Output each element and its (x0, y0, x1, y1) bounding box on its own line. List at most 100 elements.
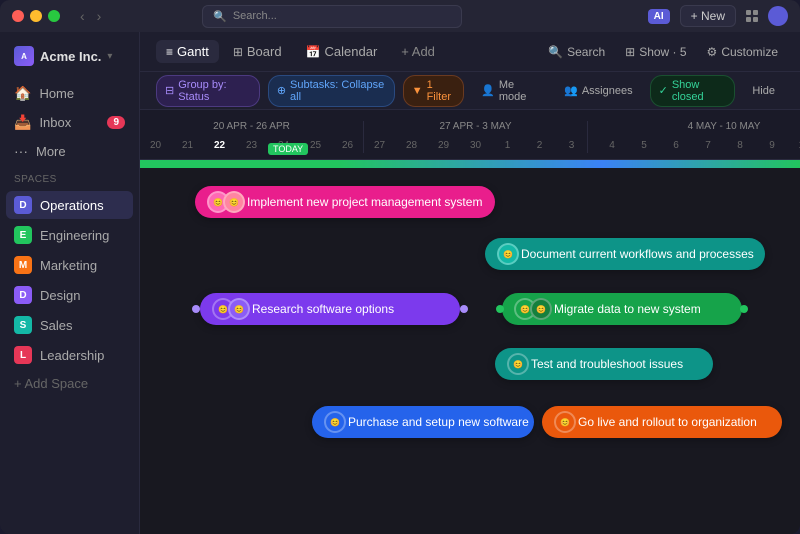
gantt-bar-purchase[interactable]: 😊 Purchase and setup new software (312, 406, 534, 438)
hide-filter[interactable]: Hide (743, 81, 784, 101)
sidebar-item-design[interactable]: D Design (6, 281, 133, 309)
board-icon: ⊞ (233, 45, 243, 59)
day-10: 10 (788, 138, 800, 153)
show-closed-label: Show closed (672, 79, 727, 103)
gantt-bar-golive[interactable]: 😊 Go live and rollout to organization (542, 406, 782, 438)
subtasks-filter[interactable]: ⊕ Subtasks: Collapse all (268, 75, 395, 107)
bar6-label: Purchase and setup new software (348, 415, 529, 429)
more-icon: ··· (14, 143, 28, 159)
gantt-bar-document[interactable]: 😊 Document current workflows and process… (485, 238, 765, 270)
nav-arrows: ‹ › (76, 6, 105, 26)
assignees-label: Assignees (582, 85, 633, 97)
day-4: 4 (596, 138, 628, 153)
home-label: Home (39, 86, 74, 101)
add-view-button[interactable]: + Add (391, 40, 445, 63)
assignees-filter[interactable]: 👥 Assignees (555, 80, 641, 101)
close-button[interactable] (12, 10, 24, 22)
gantt-bar-research[interactable]: 😊 😊 Research software options (200, 293, 460, 325)
user-avatar[interactable] (768, 6, 788, 26)
workspace-logo: A (14, 46, 34, 66)
leadership-dot: L (14, 346, 32, 364)
search-icon: 🔍 (548, 45, 563, 59)
gear-icon: ⚙ (707, 45, 718, 59)
design-dot: D (14, 286, 32, 304)
apps-icon[interactable] (746, 10, 758, 22)
sidebar-item-operations[interactable]: D Operations (6, 191, 133, 219)
bar3-label: Research software options (252, 302, 394, 316)
tab-gantt[interactable]: ≡ Gantt (156, 40, 219, 63)
day-27: 27 (364, 138, 396, 153)
day-30: 30 (460, 138, 492, 153)
inbox-badge: 9 (107, 116, 125, 129)
gantt-header-band (140, 160, 800, 168)
date-range-3: 4 MAY - 10 MAY (688, 121, 761, 132)
workspace-header[interactable]: A Acme Inc. ▾ (6, 40, 133, 72)
avatar-8: 😊 (507, 353, 529, 375)
gantt-body[interactable]: 😊 😊 Implement new project management sys… (140, 168, 800, 534)
bar4-left-handle (496, 305, 504, 313)
me-mode-filter[interactable]: 👤 Me mode (472, 75, 547, 107)
group-by-filter[interactable]: ⊟ Group by: Status (156, 75, 260, 107)
show-label: Show · 5 (639, 45, 686, 59)
sidebar-item-engineering[interactable]: E Engineering (6, 221, 133, 249)
gantt-bar-test[interactable]: 😊 Test and troubleshoot issues (495, 348, 713, 380)
search-button[interactable]: 🔍 Search (542, 42, 611, 62)
tab-calendar[interactable]: 📅 Calendar (296, 40, 388, 63)
ai-badge[interactable]: AI (648, 9, 670, 24)
inbox-label: Inbox (39, 115, 71, 130)
new-button[interactable]: + New (680, 5, 736, 27)
sidebar-item-marketing[interactable]: M Marketing (6, 251, 133, 279)
gantt-bar-implement[interactable]: 😊 😊 Implement new project management sys… (195, 186, 495, 218)
day-28: 28 (396, 138, 428, 153)
sidebar-item-home[interactable]: 🏠 Home (6, 80, 133, 107)
gantt-label: Gantt (177, 44, 209, 59)
filter-label: 1 Filter (427, 79, 456, 103)
bar3-left-handle (192, 305, 200, 313)
show-closed-filter[interactable]: ✓ Show closed (650, 75, 736, 107)
leadership-label: Leadership (40, 348, 104, 363)
filter-chip[interactable]: ▼ 1 Filter (403, 75, 464, 107)
customize-button[interactable]: ⚙ Customize (701, 42, 784, 62)
day-9: 9 (756, 138, 788, 153)
title-bar-right: AI + New (648, 5, 788, 27)
add-space-button[interactable]: + Add Space (6, 371, 133, 396)
bar7-label: Go live and rollout to organization (578, 415, 757, 429)
forward-button[interactable]: › (93, 6, 106, 26)
day-3: 3 (556, 138, 588, 153)
sidebar-item-inbox[interactable]: 📥 Inbox 9 (6, 109, 133, 136)
bar4-avatars: 😊 😊 (514, 298, 546, 320)
main-content: ≡ Gantt ⊞ Board 📅 Calendar + Add 🔍 (140, 32, 800, 534)
bar3-avatars: 😊 😊 (212, 298, 244, 320)
engineering-label: Engineering (40, 228, 109, 243)
spaces-label: Spaces (6, 166, 133, 189)
bar2-label: Document current workflows and processes (521, 247, 754, 261)
back-button[interactable]: ‹ (76, 6, 89, 26)
maximize-button[interactable] (48, 10, 60, 22)
today-marker: TODAY (268, 143, 308, 155)
global-search-bar[interactable]: 🔍 Search... (202, 5, 462, 28)
bar6-avatars: 😊 (324, 411, 340, 433)
sidebar-item-more[interactable]: ··· More (6, 138, 133, 164)
sidebar-item-leadership[interactable]: L Leadership (6, 341, 133, 369)
search-icon: 🔍 (213, 10, 227, 23)
bar4-right-handle (740, 305, 748, 313)
sidebar-item-sales[interactable]: S Sales (6, 311, 133, 339)
add-view-label: + Add (401, 44, 435, 59)
chevron-down-icon: ▾ (107, 51, 112, 62)
minimize-button[interactable] (30, 10, 42, 22)
gantt-bar-migrate[interactable]: 😊 😊 Migrate data to new system (502, 293, 742, 325)
day-23: 23 (236, 138, 268, 153)
bar1-label: Implement new project management system (247, 195, 482, 209)
day-29: 29 (428, 138, 460, 153)
operations-dot: D (14, 196, 32, 214)
hide-label: Hide (752, 85, 775, 97)
day-21: 21 (172, 138, 204, 153)
show-button[interactable]: ⊞ Show · 5 (619, 42, 692, 62)
avatar-2: 😊 (223, 191, 245, 213)
traffic-lights (12, 10, 60, 22)
tab-board[interactable]: ⊞ Board (223, 40, 292, 63)
bar2-avatars: 😊 (497, 243, 513, 265)
avatar-10: 😊 (554, 411, 576, 433)
calendar-label: Calendar (325, 44, 378, 59)
calendar-icon: 📅 (306, 45, 321, 59)
